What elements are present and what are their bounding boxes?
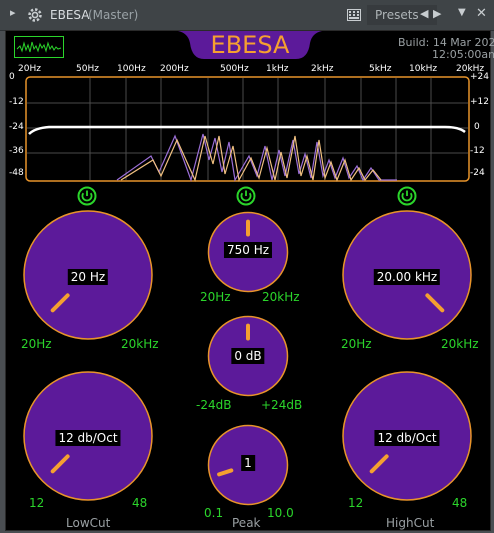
freq-label: 2kHz (311, 64, 334, 74)
freq-label: 10kHz (409, 64, 438, 74)
lowcut-freq-min: 20Hz (21, 337, 52, 351)
highcut-power-button[interactable] (397, 186, 417, 206)
lowcut-section-label: LowCut (66, 516, 111, 530)
peak-gain-value: 0 dB (231, 348, 265, 364)
peak-gain-max: +24dB (261, 398, 303, 412)
db-label-right: -12 (470, 146, 485, 156)
lowcut-freq-value: 20 Hz (67, 269, 109, 285)
lowcut-slope-min: 12 (29, 496, 45, 510)
next-preset-arrow-icon[interactable]: ▶ (433, 7, 441, 20)
db-label-left: -12 (9, 97, 24, 107)
menu-arrow-icon[interactable]: ▼ (458, 7, 466, 18)
highcut-freq-value: 20.00 kHz (373, 269, 441, 285)
peak-gain-min: -24dB (196, 398, 232, 412)
db-label-left: -36 (9, 146, 24, 156)
build-time: 12:05:00am (432, 48, 494, 61)
db-label-right: 0 (474, 122, 480, 132)
peak-freq-value: 750 Hz (223, 242, 273, 258)
db-label-right: +12 (470, 97, 489, 107)
peak-freq-max: 20kHz (262, 290, 300, 304)
highcut-section-label: HighCut (386, 516, 435, 530)
plugin-titlebar: ▸ EBESA (Master) Presets ◀ ▶ ▼ ✕ (0, 0, 494, 31)
freq-label: 200Hz (160, 64, 189, 74)
db-label-left: 0 (9, 72, 15, 82)
freq-label: 1kHz (266, 64, 289, 74)
gear-icon[interactable] (27, 7, 43, 23)
lowcut-slope-max: 48 (132, 496, 148, 510)
peak-q-max: 10.0 (267, 506, 294, 520)
lowcut-power-button[interactable] (77, 186, 97, 206)
highcut-slope-min: 12 (348, 496, 364, 510)
db-label-left: -48 (9, 168, 24, 178)
peak-q-value: 1 (241, 455, 255, 471)
spectrum-analyzer (25, 76, 470, 182)
freq-label: 50Hz (76, 64, 99, 74)
keyboard-icon[interactable] (347, 9, 361, 21)
plugin-panel: EBESA Build: 14 Mar 2023 12:05:00am 20Hz… (5, 30, 494, 531)
db-label-right: +24 (470, 72, 489, 82)
lowcut-slope-value: 12 db/Oct (55, 430, 121, 446)
highcut-freq-max: 20kHz (441, 337, 479, 351)
peak-freq-min: 20Hz (200, 290, 231, 304)
close-icon[interactable]: ✕ (476, 6, 487, 21)
peak-q-min: 0.1 (204, 506, 224, 520)
peak-power-button[interactable] (236, 186, 256, 206)
highcut-freq-min: 20Hz (341, 337, 372, 351)
window-subtitle: (Master) (88, 8, 139, 22)
db-label-left: -24 (9, 122, 24, 132)
waveform-logo-icon (14, 36, 64, 58)
freq-label: 5kHz (369, 64, 392, 74)
collapse-arrow-icon[interactable]: ▸ (10, 6, 16, 19)
peak-section-label: Peak (232, 516, 261, 530)
db-label-right: -24 (470, 168, 485, 178)
window-title: EBESA (50, 8, 90, 22)
freq-label: 100Hz (117, 64, 146, 74)
freq-label: 500Hz (220, 64, 249, 74)
highcut-slope-max: 48 (452, 496, 468, 510)
plugin-logo-title: EBESA (210, 31, 290, 59)
presets-label: Presets (375, 8, 419, 22)
lowcut-freq-max: 20kHz (121, 337, 159, 351)
previous-preset-arrow-icon[interactable]: ◀ (420, 7, 428, 20)
freq-label: 20Hz (18, 64, 41, 74)
highcut-slope-value: 12 db/Oct (374, 430, 440, 446)
